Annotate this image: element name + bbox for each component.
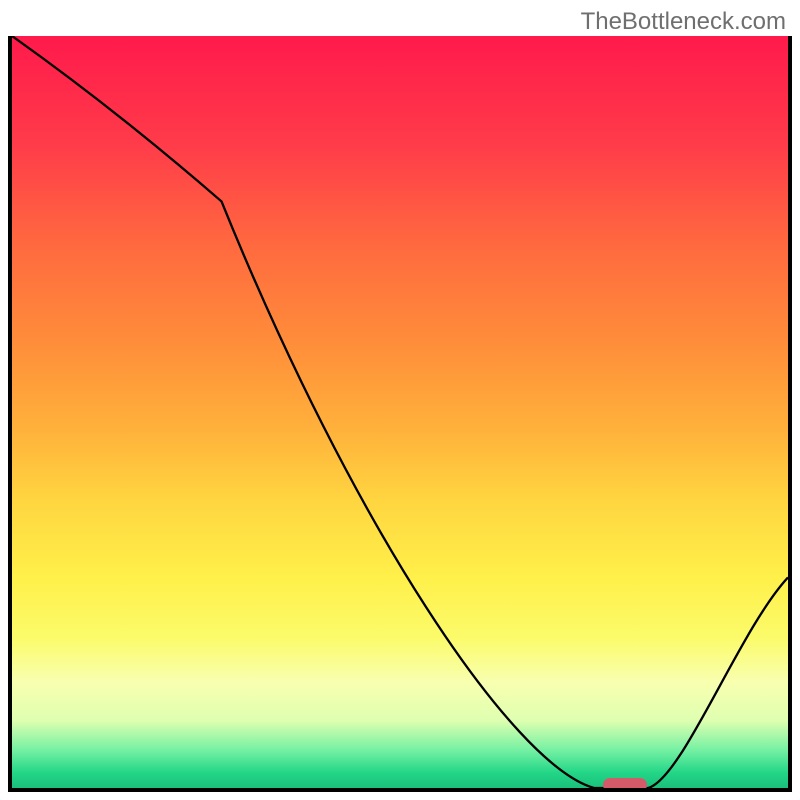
chart-plot-area [8,36,792,792]
watermark-text: TheBottleneck.com [581,8,786,36]
optimal-point-marker [603,778,647,792]
bottleneck-curve [12,36,788,788]
